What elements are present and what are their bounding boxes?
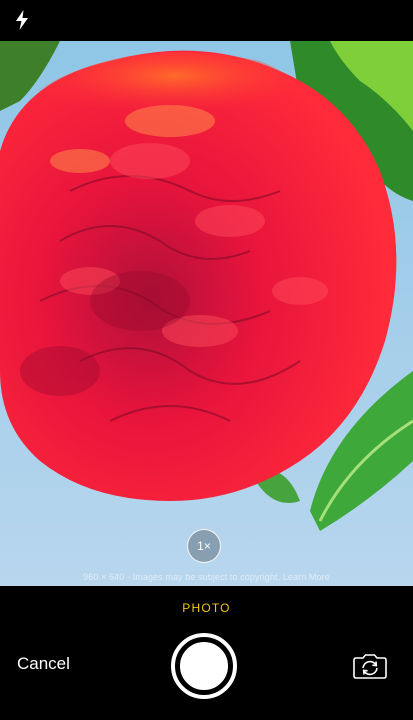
flash-button[interactable] xyxy=(10,8,34,32)
viewfinder-image xyxy=(0,41,413,586)
camera-switch-icon xyxy=(353,654,387,679)
camera-controls: PHOTO Cancel xyxy=(0,586,413,720)
mode-photo[interactable]: PHOTO xyxy=(0,601,413,615)
shutter-button[interactable] xyxy=(171,633,237,699)
shutter-inner xyxy=(178,640,230,692)
switch-camera-button[interactable] xyxy=(352,652,388,680)
cancel-button[interactable]: Cancel xyxy=(17,654,70,674)
camera-screen: 1× 960 × 640 - Images may be subject to … xyxy=(0,0,413,720)
flash-icon xyxy=(16,10,28,30)
zoom-button[interactable]: 1× xyxy=(187,529,221,563)
viewfinder[interactable]: 1× 960 × 640 - Images may be subject to … xyxy=(0,41,413,586)
copyright-watermark: 960 × 640 - Images may be subject to cop… xyxy=(83,572,330,582)
top-bar xyxy=(0,0,413,41)
